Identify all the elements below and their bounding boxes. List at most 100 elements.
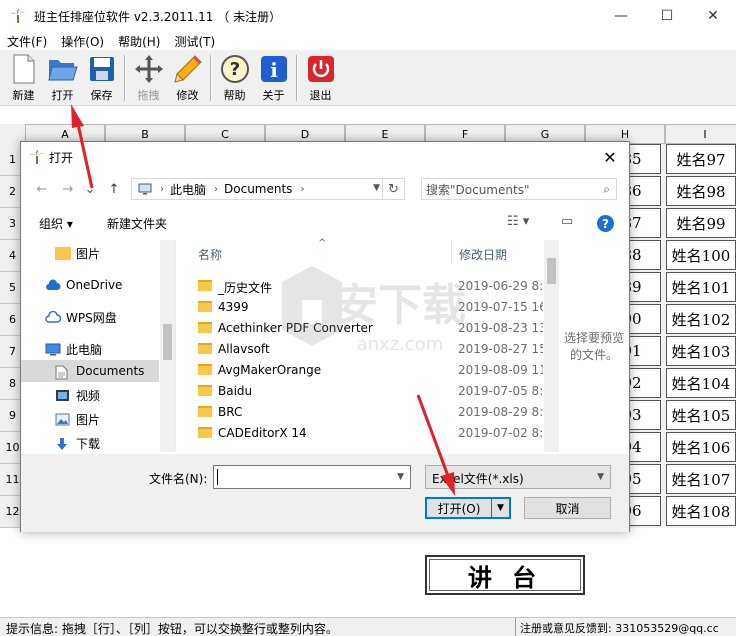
file-row[interactable]: _历史文件 2019-06-29 8:: [198, 275, 543, 296]
folder-icon: [198, 427, 212, 438]
cloud-icon: [45, 278, 61, 292]
recent-locations-icon[interactable]: ⌄: [81, 179, 99, 199]
palm-tree-icon: [11, 9, 25, 23]
folder-icon: [198, 406, 212, 417]
file-row[interactable]: CADEditorX 14 2019-07-02 8:: [198, 422, 543, 440]
dialog-titlebar: 打开 ✕: [21, 142, 629, 172]
chevron-down-icon[interactable]: ▼: [397, 472, 404, 482]
navigation-pane: 图片 OneDrive WPS网盘 此电脑 Documents 视频 图片 下载: [21, 240, 176, 452]
open-dropdown-icon[interactable]: ▼: [492, 503, 509, 513]
seat-cell[interactable]: 姓名107: [666, 464, 736, 494]
image-icon: [55, 413, 71, 426]
status-divider: [515, 618, 516, 636]
chevron-down-icon[interactable]: ▼: [373, 183, 380, 193]
nav-item-pictures-2[interactable]: 图片: [21, 408, 159, 430]
exit-label: 退出: [309, 89, 332, 102]
maximize-button[interactable]: ☐: [644, 0, 690, 32]
open-label: 打开: [51, 89, 74, 102]
seat-cell[interactable]: 姓名98: [666, 176, 736, 206]
minimize-button[interactable]: —: [598, 0, 644, 32]
view-options-icon[interactable]: ☷ ▾: [507, 214, 529, 229]
seat-cell[interactable]: 姓名97: [666, 144, 736, 174]
file-row[interactable]: Acethinker PDF Converter 2019-08-23 13: [198, 317, 543, 338]
folder-icon: [198, 301, 212, 312]
scrollbar-thumb[interactable]: [163, 324, 172, 360]
about-button[interactable]: i 关于: [254, 50, 293, 106]
file-date: 2019-07-15 16: [458, 300, 543, 314]
file-name: Baidu: [218, 384, 253, 398]
seat-cell[interactable]: 姓名105: [666, 400, 736, 430]
new-button[interactable]: 新建: [4, 50, 43, 106]
help-icon[interactable]: ?: [597, 215, 614, 232]
file-list-scrollbar[interactable]: [544, 240, 559, 452]
open-button-label: 打开(O): [437, 501, 481, 516]
search-input[interactable]: 搜索"Documents" ⌕: [421, 178, 617, 200]
help-button[interactable]: ? 帮助: [215, 50, 254, 106]
breadcrumb-documents[interactable]: Documents: [224, 182, 292, 196]
file-name: 4399: [218, 300, 249, 314]
nav-item-videos[interactable]: 视频: [21, 384, 159, 406]
nav-item-wps-drive[interactable]: WPS网盘: [21, 306, 159, 328]
seat-cell[interactable]: 姓名104: [666, 368, 736, 398]
file-row[interactable]: AvgMakerOrange 2019-08-09 11: [198, 359, 543, 380]
save-button[interactable]: 保存: [82, 50, 121, 106]
seat-cell[interactable]: 姓名103: [666, 336, 736, 366]
filetype-select[interactable]: Excel文件(*.xls) ▼: [425, 465, 611, 489]
file-row[interactable]: BRC 2019-08-29 8:: [198, 401, 543, 422]
folder-icon: [198, 280, 212, 291]
organize-button[interactable]: 组织 ▾: [39, 215, 73, 232]
text-caret: [217, 469, 218, 485]
seat-cell[interactable]: 姓名106: [666, 432, 736, 462]
file-date: 2019-07-02 8:: [458, 426, 543, 440]
column-name-header[interactable]: 名称: [198, 246, 222, 263]
nav-item-onedrive[interactable]: OneDrive: [21, 274, 159, 296]
open-button[interactable]: 打开: [43, 50, 82, 106]
cancel-button[interactable]: 取消: [524, 497, 611, 519]
file-row[interactable]: Allavsoft 2019-08-27 15: [198, 338, 543, 359]
palm-tree-icon: [30, 150, 44, 164]
nav-scrollbar[interactable]: [160, 240, 175, 452]
seat-cell[interactable]: 姓名102: [666, 304, 736, 334]
nav-item-pictures[interactable]: 图片: [21, 242, 159, 264]
preview-pane-icon[interactable]: ▭: [561, 214, 573, 229]
file-name: CADEditorX 14: [218, 426, 307, 440]
file-list-header: 名称 ^ 修改日期: [178, 238, 542, 264]
dialog-close-button[interactable]: ✕: [599, 146, 621, 168]
new-folder-button[interactable]: 新建文件夹: [107, 215, 167, 232]
menu-test[interactable]: 测试(T): [167, 33, 222, 50]
file-row[interactable]: 4399 2019-07-15 16: [198, 296, 543, 317]
window-title: 班主任排座位软件 v2.3.2011.11 （ 未注册）: [34, 9, 282, 24]
menu-file[interactable]: 文件(F): [0, 33, 54, 50]
column-header[interactable]: I: [665, 124, 736, 144]
breadcrumb-this-pc[interactable]: 此电脑: [170, 181, 206, 198]
dialog-title: 打开: [49, 150, 74, 165]
refresh-icon[interactable]: ↻: [382, 179, 404, 199]
seat-cell[interactable]: 姓名101: [666, 272, 736, 302]
chevron-down-icon: ▼: [597, 472, 604, 482]
nav-item-this-pc[interactable]: 此电脑: [21, 338, 159, 360]
filename-input[interactable]: ▼: [213, 465, 411, 489]
column-date-header[interactable]: 修改日期: [459, 246, 507, 263]
close-button[interactable]: ✕: [690, 0, 736, 32]
nav-item-label: 图片: [76, 246, 101, 261]
exit-button[interactable]: 退出: [301, 50, 340, 106]
seat-cell[interactable]: 姓名99: [666, 208, 736, 238]
nav-item-documents[interactable]: Documents: [21, 360, 159, 382]
file-row[interactable]: Baidu 2019-07-05 8:: [198, 380, 543, 401]
menu-operation[interactable]: 操作(O): [54, 33, 111, 50]
column-divider[interactable]: [451, 240, 452, 264]
seat-cell[interactable]: 姓名108: [666, 496, 736, 526]
seat-cell[interactable]: 姓名100: [666, 240, 736, 270]
back-arrow-icon[interactable]: ←: [33, 179, 51, 199]
address-bar[interactable]: › 此电脑 › Documents › ▼ ↻: [131, 178, 405, 200]
cloud-outline-icon: [45, 310, 62, 324]
nav-item-downloads[interactable]: 下载: [21, 432, 159, 454]
drag-button[interactable]: 拖拽: [129, 50, 168, 106]
menu-help[interactable]: 帮助(H): [111, 33, 167, 50]
scrollbar-thumb[interactable]: [547, 258, 556, 284]
open-button[interactable]: 打开(O) ▼: [425, 497, 511, 519]
up-arrow-icon[interactable]: ↑: [105, 179, 123, 199]
video-icon: [55, 389, 71, 402]
edit-button[interactable]: 修改: [168, 50, 207, 106]
forward-arrow-icon[interactable]: →: [59, 179, 77, 199]
